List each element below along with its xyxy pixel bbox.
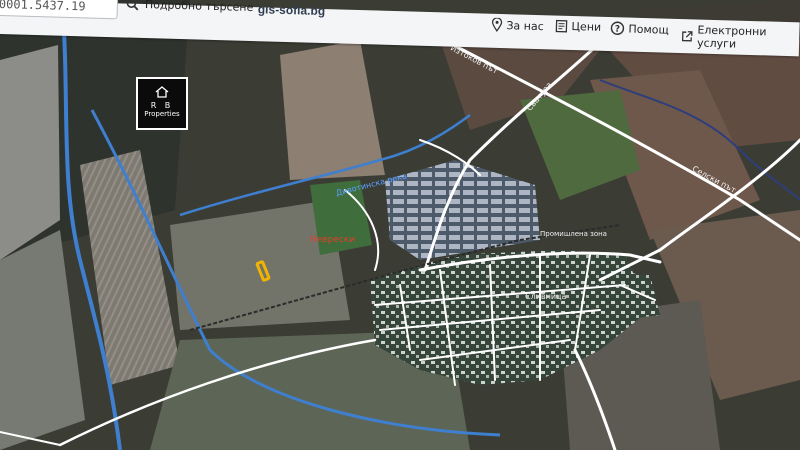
nav-prices-label: Цени xyxy=(571,19,602,34)
detailed-search-button[interactable]: Подробно търсене xyxy=(126,0,254,14)
coordinates-field[interactable]: 0001.5437.19 xyxy=(0,0,119,20)
search-icon xyxy=(126,0,139,11)
external-link-icon xyxy=(681,31,693,42)
nav-prices[interactable]: Цени xyxy=(555,19,602,34)
logo-initials: R B xyxy=(150,101,174,110)
document-icon xyxy=(555,19,568,33)
nav-about[interactable]: За нас xyxy=(491,17,544,33)
svg-text:?: ? xyxy=(615,25,621,35)
house-icon xyxy=(155,86,169,98)
detailed-search-label: Подробно търсене xyxy=(144,0,254,15)
site-name[interactable]: gis-sofia.bg xyxy=(258,2,326,18)
street-label: Сливница xyxy=(525,292,567,301)
locality-label: Неврески xyxy=(310,235,356,245)
nav-eservices[interactable]: Електронни услуги xyxy=(681,23,800,52)
help-icon: ? xyxy=(610,21,625,35)
nav-help[interactable]: ? Помощ xyxy=(610,21,669,37)
nav-about-label: За нас xyxy=(506,18,544,33)
nav-help-label: Помощ xyxy=(628,22,670,37)
logo-name: Properties xyxy=(144,110,180,118)
zone-label: Промишлена зона xyxy=(540,230,607,238)
nav-eservices-label: Електронни услуги xyxy=(696,23,767,51)
rb-properties-logo: R B Properties xyxy=(136,77,188,130)
satellite-map[interactable] xyxy=(0,0,800,450)
location-pin-icon xyxy=(491,17,503,33)
